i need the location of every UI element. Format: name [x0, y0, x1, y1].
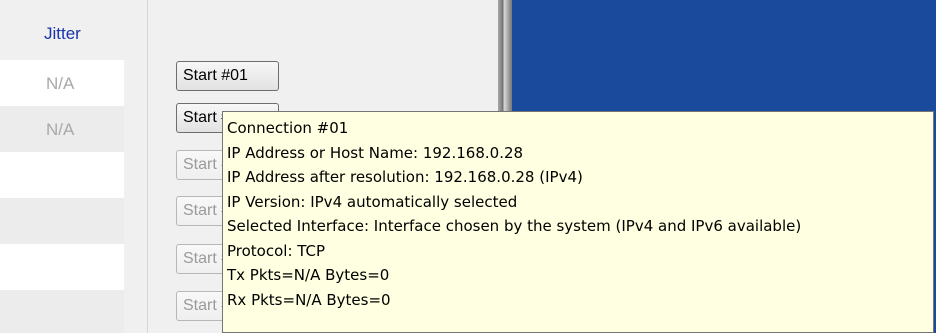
column-header-jitter[interactable]: Jitter [0, 0, 124, 60]
table-row[interactable] [0, 244, 124, 290]
tooltip-line-resolved: IP Address after resolution: 192.168.0.2… [227, 168, 583, 186]
table-row[interactable]: N/A [0, 106, 124, 152]
table-row[interactable] [0, 198, 124, 244]
table-row[interactable]: N/A [0, 60, 124, 106]
tooltip-line-rx: Rx Pkts=N/A Bytes=0 [227, 290, 391, 309]
tooltip-line-tx: Tx Pkts=N/A Bytes=0 [227, 266, 390, 284]
table-row[interactable] [0, 152, 124, 198]
tooltip-line-interface: Selected Interface: Interface chosen by … [227, 217, 802, 235]
table-row[interactable] [0, 290, 124, 333]
column-header-label: Jitter [44, 24, 81, 43]
tooltip-line-protocol: Protocol: TCP [227, 241, 326, 260]
tooltip-line-host: IP Address or Host Name: 192.168.0.28 [227, 143, 524, 162]
tooltip-line-ip-version: IP Version: IPv4 automatically selected [227, 192, 518, 211]
jitter-cell: N/A [46, 120, 75, 139]
start-button-01[interactable]: Start #01 [176, 61, 279, 91]
column-gap [124, 0, 148, 333]
jitter-cell: N/A [46, 74, 75, 93]
connection-tooltip: Connection #01 IP Address or Host Name: … [222, 111, 934, 333]
tooltip-title: Connection #01 [227, 119, 349, 137]
